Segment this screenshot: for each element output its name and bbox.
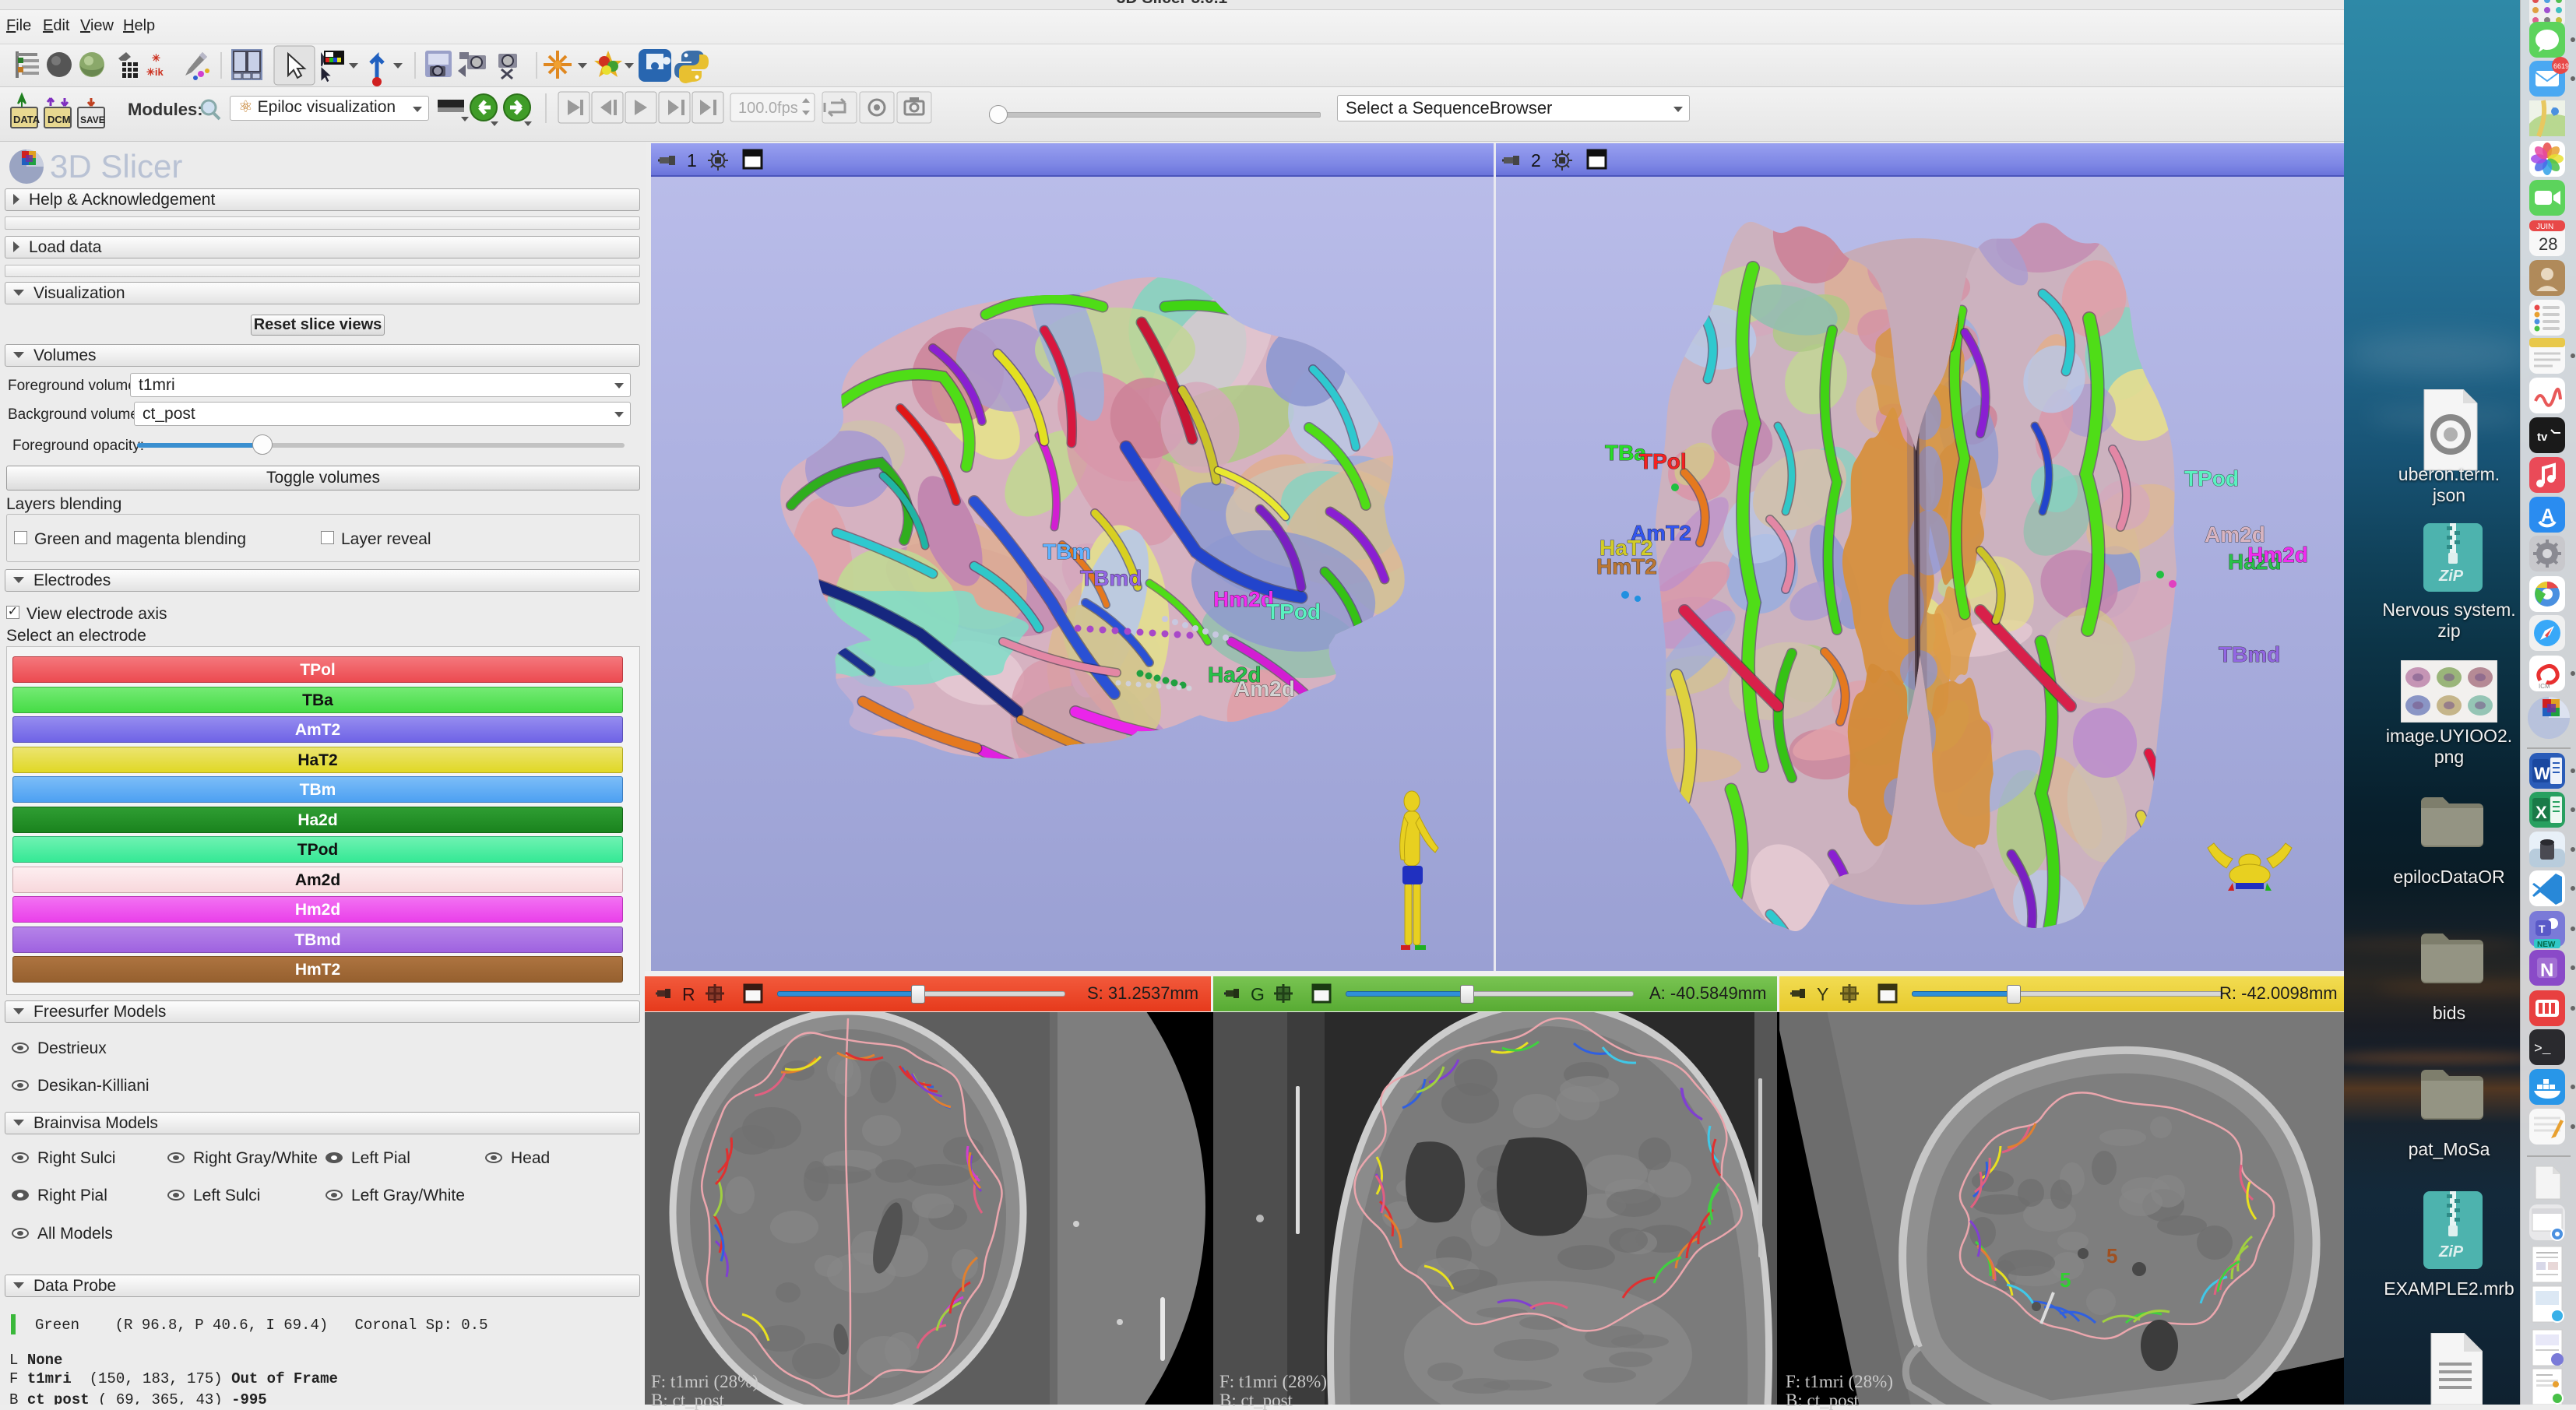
svg-text:✳: ✳ — [152, 52, 160, 64]
svg-text:TPod: TPod — [1266, 600, 1321, 624]
svg-text:100.0fps: 100.0fps — [738, 100, 798, 117]
svg-text:R: R — [682, 984, 695, 1004]
svg-text:NEW: NEW — [2537, 941, 2556, 949]
svg-text:T: T — [2539, 923, 2546, 935]
svg-text:✳ik: ✳ik — [146, 66, 164, 78]
svg-text:Am2d: Am2d — [1234, 677, 1295, 701]
svg-text:X: X — [2536, 803, 2547, 822]
svg-text:TBmd: TBmd — [1080, 566, 1142, 590]
svg-text:1: 1 — [687, 150, 697, 171]
svg-text:ZiP: ZiP — [2438, 568, 2464, 585]
svg-text:Y: Y — [1817, 984, 1828, 1004]
svg-text:JUIN: JUIN — [2536, 223, 2553, 231]
svg-text:N: N — [2540, 960, 2553, 981]
svg-text:Hm2d: Hm2d — [2247, 543, 2308, 567]
svg-text:>_: >_ — [2534, 1042, 2551, 1057]
svg-text:SAVE: SAVE — [80, 114, 105, 125]
svg-text:W: W — [2534, 764, 2550, 783]
svg-text:TBm: TBm — [1043, 540, 1091, 564]
svg-text:2: 2 — [1531, 150, 1541, 171]
svg-text:HmT2: HmT2 — [1596, 554, 1657, 578]
svg-text:ZiP: ZiP — [2438, 1243, 2464, 1261]
svg-text:TBmd: TBmd — [2219, 642, 2280, 666]
svg-text:G: G — [1251, 984, 1265, 1004]
svg-text:5: 5 — [2060, 1268, 2071, 1292]
svg-text:Hm2d: Hm2d — [1213, 587, 1274, 611]
svg-text:DCM: DCM — [48, 114, 71, 125]
svg-text:tv: tv — [2537, 431, 2548, 444]
svg-text:DATA: DATA — [13, 114, 40, 125]
svg-text:Modules:: Modules: — [128, 100, 203, 119]
svg-text:6619: 6619 — [2553, 62, 2569, 70]
svg-text:28: 28 — [2539, 234, 2557, 254]
svg-text:TPod: TPod — [2184, 466, 2239, 491]
svg-text:5: 5 — [2106, 1244, 2117, 1268]
svg-text:TPol: TPol — [1639, 449, 1687, 473]
svg-text:A: A — [2541, 505, 2554, 526]
svg-text:ICM: ICM — [2539, 683, 2550, 690]
